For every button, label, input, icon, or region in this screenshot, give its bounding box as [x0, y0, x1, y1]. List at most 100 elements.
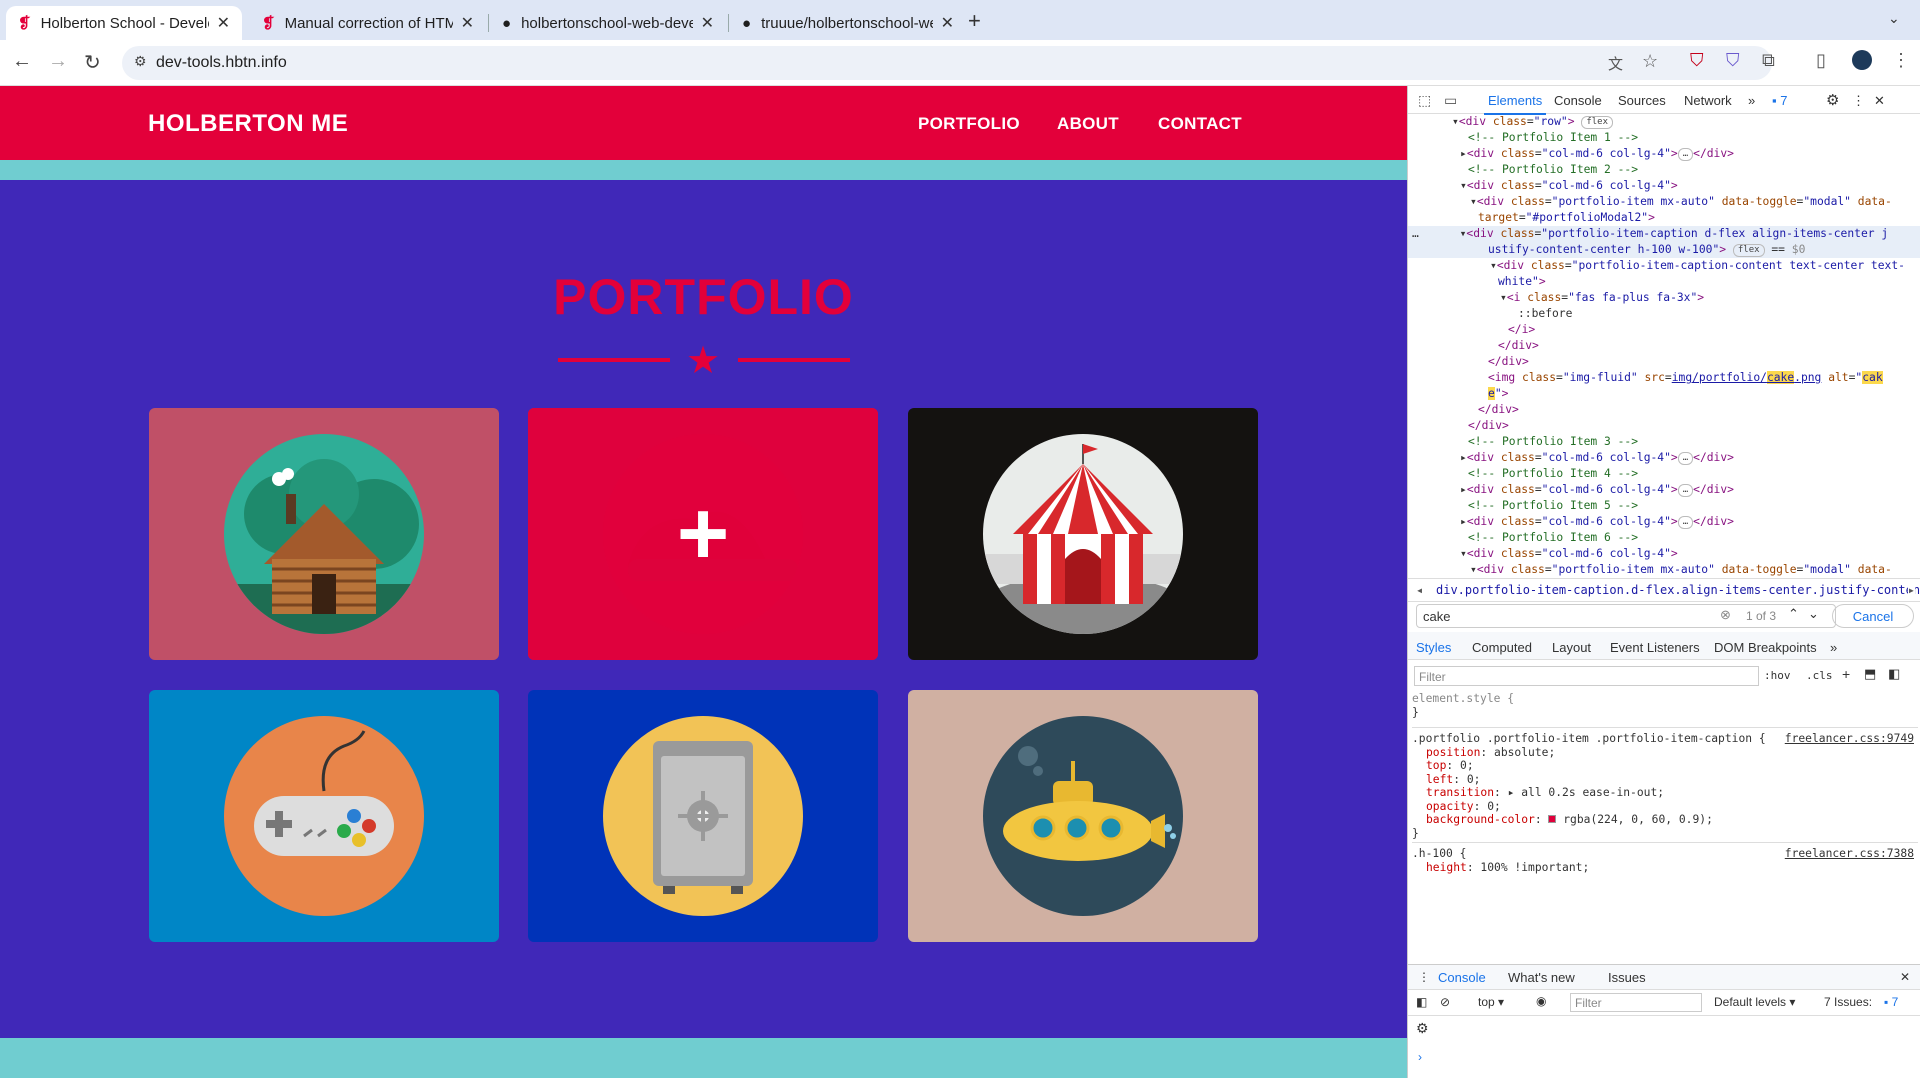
- tab-network[interactable]: Network: [1684, 93, 1732, 108]
- cls-toggle[interactable]: .cls: [1806, 669, 1833, 682]
- css-value[interactable]: 100% !important;: [1480, 861, 1589, 874]
- rule1-selector[interactable]: .portfolio .portfolio-item .portfolio-it…: [1412, 732, 1766, 745]
- context-select[interactable]: top ▾: [1478, 995, 1504, 1009]
- drawer-tab-issues[interactable]: Issues: [1608, 970, 1646, 985]
- portfolio-item-circus[interactable]: [908, 408, 1258, 660]
- rule2-source-link[interactable]: freelancer.css:7388: [1785, 847, 1914, 861]
- portfolio-item-submarine[interactable]: [908, 690, 1258, 942]
- tab-github-truuue[interactable]: ● truuue/holbertonschool-web- ✕: [730, 6, 966, 40]
- issues-count-badge[interactable]: ▪ 7: [1884, 995, 1898, 1009]
- css-value[interactable]: 0;: [1487, 800, 1501, 813]
- tab-manual-correction[interactable]: ❡ Manual correction of HTML, a ✕: [250, 6, 486, 40]
- css-property[interactable]: top: [1426, 759, 1446, 772]
- extensions-puzzle-icon[interactable]: ⧉: [1762, 50, 1775, 71]
- tab-holberton[interactable]: ❡ Holberton School - Developer ✕: [6, 6, 242, 40]
- tab-elements[interactable]: Elements: [1483, 93, 1547, 115]
- dom-breadcrumb[interactable]: ◂ div.portfolio-item-caption.d-flex.alig…: [1408, 578, 1920, 602]
- issues-count-label[interactable]: 7 Issues:: [1824, 995, 1872, 1009]
- drawer-menu-icon[interactable]: ⋮: [1418, 970, 1430, 984]
- search-prev-icon[interactable]: ⌃: [1788, 606, 1799, 622]
- chrome-menu-icon[interactable]: ⋮: [1892, 50, 1910, 71]
- tab-sources[interactable]: Sources: [1618, 93, 1666, 108]
- side-panel-icon[interactable]: ▯: [1816, 50, 1826, 71]
- tab-layout[interactable]: Layout: [1552, 640, 1591, 655]
- css-value[interactable]: rgba(224, 0, 60, 0.9);: [1563, 813, 1713, 826]
- tab-dom-breakpoints[interactable]: DOM Breakpoints: [1714, 640, 1817, 655]
- address-bar[interactable]: ⚙ dev-tools.hbtn.info 文 ☆: [122, 46, 1772, 80]
- breadcrumb-left-icon[interactable]: ◂: [1416, 583, 1423, 597]
- nav-contact[interactable]: CONTACT: [1158, 114, 1242, 134]
- console-settings-gear-icon[interactable]: ⚙: [1416, 1020, 1429, 1037]
- nav-portfolio[interactable]: PORTFOLIO: [918, 114, 1020, 134]
- extension-shield-icon[interactable]: ⛉: [1726, 50, 1740, 71]
- css-value[interactable]: 0;: [1460, 759, 1474, 772]
- console-filter-input[interactable]: Filter: [1570, 993, 1702, 1012]
- live-expression-eye-icon[interactable]: ◉: [1536, 994, 1546, 1008]
- css-property[interactable]: opacity: [1426, 800, 1474, 813]
- css-property[interactable]: position: [1426, 746, 1480, 759]
- clear-console-icon[interactable]: ⊘: [1440, 995, 1450, 1009]
- css-property[interactable]: left: [1426, 773, 1453, 786]
- site-info-icon[interactable]: ⚙: [134, 53, 147, 70]
- breadcrumb-right-icon[interactable]: ▸: [1907, 583, 1915, 597]
- portfolio-item-caption[interactable]: +: [528, 408, 878, 660]
- css-value[interactable]: absolute;: [1494, 746, 1555, 759]
- css-value[interactable]: 0;: [1467, 773, 1481, 786]
- breadcrumb-text[interactable]: div.portfolio-item-caption.d-flex.align-…: [1436, 583, 1920, 597]
- hov-toggle[interactable]: :hov: [1764, 669, 1791, 682]
- close-tab-icon[interactable]: ✕: [461, 13, 474, 33]
- portfolio-item-safe[interactable]: [528, 690, 878, 942]
- device-toolbar-icon[interactable]: ▭: [1444, 92, 1457, 109]
- portfolio-item-cake[interactable]: +: [528, 408, 878, 660]
- close-tab-icon[interactable]: ✕: [941, 13, 954, 33]
- css-value[interactable]: ▸ all 0.2s ease-in-out;: [1508, 786, 1664, 799]
- forward-icon[interactable]: →: [48, 50, 68, 73]
- nav-about[interactable]: ABOUT: [1057, 114, 1119, 134]
- clear-search-icon[interactable]: ⊗: [1720, 607, 1731, 623]
- ublock-icon[interactable]: ⛉: [1690, 50, 1704, 71]
- close-tab-icon[interactable]: ✕: [217, 13, 230, 33]
- tab-event-listeners[interactable]: Event Listeners: [1610, 640, 1700, 655]
- portfolio-item-cabin[interactable]: [149, 408, 499, 660]
- css-property[interactable]: background-color: [1426, 813, 1535, 826]
- paint-icon[interactable]: ⬒: [1864, 666, 1876, 682]
- tab-styles[interactable]: Styles: [1416, 640, 1451, 655]
- rule1-source-link[interactable]: freelancer.css:9749: [1785, 732, 1914, 746]
- dom-tree[interactable]: ▾<div class="row"> flex <!-- Portfolio I…: [1408, 114, 1920, 576]
- translate-icon[interactable]: 文: [1608, 53, 1623, 74]
- more-tabs-icon[interactable]: »: [1748, 93, 1755, 108]
- color-swatch[interactable]: [1548, 815, 1557, 823]
- console-prompt[interactable]: ›: [1418, 1050, 1422, 1064]
- reload-icon[interactable]: ↻: [84, 50, 101, 75]
- inspect-element-icon[interactable]: ⬚: [1418, 92, 1431, 109]
- tab-console[interactable]: Console: [1554, 93, 1602, 108]
- tab-computed[interactable]: Computed: [1472, 640, 1532, 655]
- portfolio-item-game[interactable]: [149, 690, 499, 942]
- profile-avatar[interactable]: [1852, 50, 1872, 70]
- search-next-icon[interactable]: ⌄: [1808, 606, 1819, 622]
- css-property[interactable]: height: [1426, 861, 1467, 874]
- site-brand[interactable]: HOLBERTON ME: [148, 110, 348, 138]
- issues-badge[interactable]: ▪ 7: [1772, 93, 1787, 108]
- drawer-tab-console[interactable]: Console: [1438, 970, 1486, 985]
- settings-gear-icon[interactable]: ⚙: [1826, 91, 1839, 109]
- close-devtools-icon[interactable]: ✕: [1874, 93, 1885, 109]
- tab-github-repo[interactable]: ● holbertonschool-web-develop ✕: [490, 6, 726, 40]
- rule2-selector[interactable]: .h-100 {: [1412, 847, 1466, 860]
- more-subtabs-icon[interactable]: »: [1830, 640, 1837, 655]
- tab-search-icon[interactable]: ⌄: [1888, 10, 1900, 27]
- new-rule-icon[interactable]: +: [1842, 666, 1850, 682]
- css-property[interactable]: transition: [1426, 786, 1494, 799]
- back-icon[interactable]: ←: [12, 50, 32, 73]
- styles-filter-input[interactable]: Filter: [1414, 666, 1759, 686]
- devtools-menu-icon[interactable]: ⋮: [1852, 93, 1865, 109]
- log-levels-select[interactable]: Default levels ▾: [1714, 995, 1795, 1009]
- close-tab-icon[interactable]: ✕: [701, 13, 714, 33]
- cancel-search-button[interactable]: Cancel: [1832, 604, 1914, 628]
- console-sidebar-icon[interactable]: ◧: [1416, 995, 1427, 1009]
- bookmark-star-icon[interactable]: ☆: [1642, 51, 1658, 72]
- close-drawer-icon[interactable]: ✕: [1900, 970, 1910, 984]
- toggle-sidebar-icon[interactable]: ◧: [1888, 666, 1900, 682]
- drawer-tab-whats-new[interactable]: What's new: [1508, 970, 1575, 985]
- new-tab-icon[interactable]: +: [968, 8, 981, 34]
